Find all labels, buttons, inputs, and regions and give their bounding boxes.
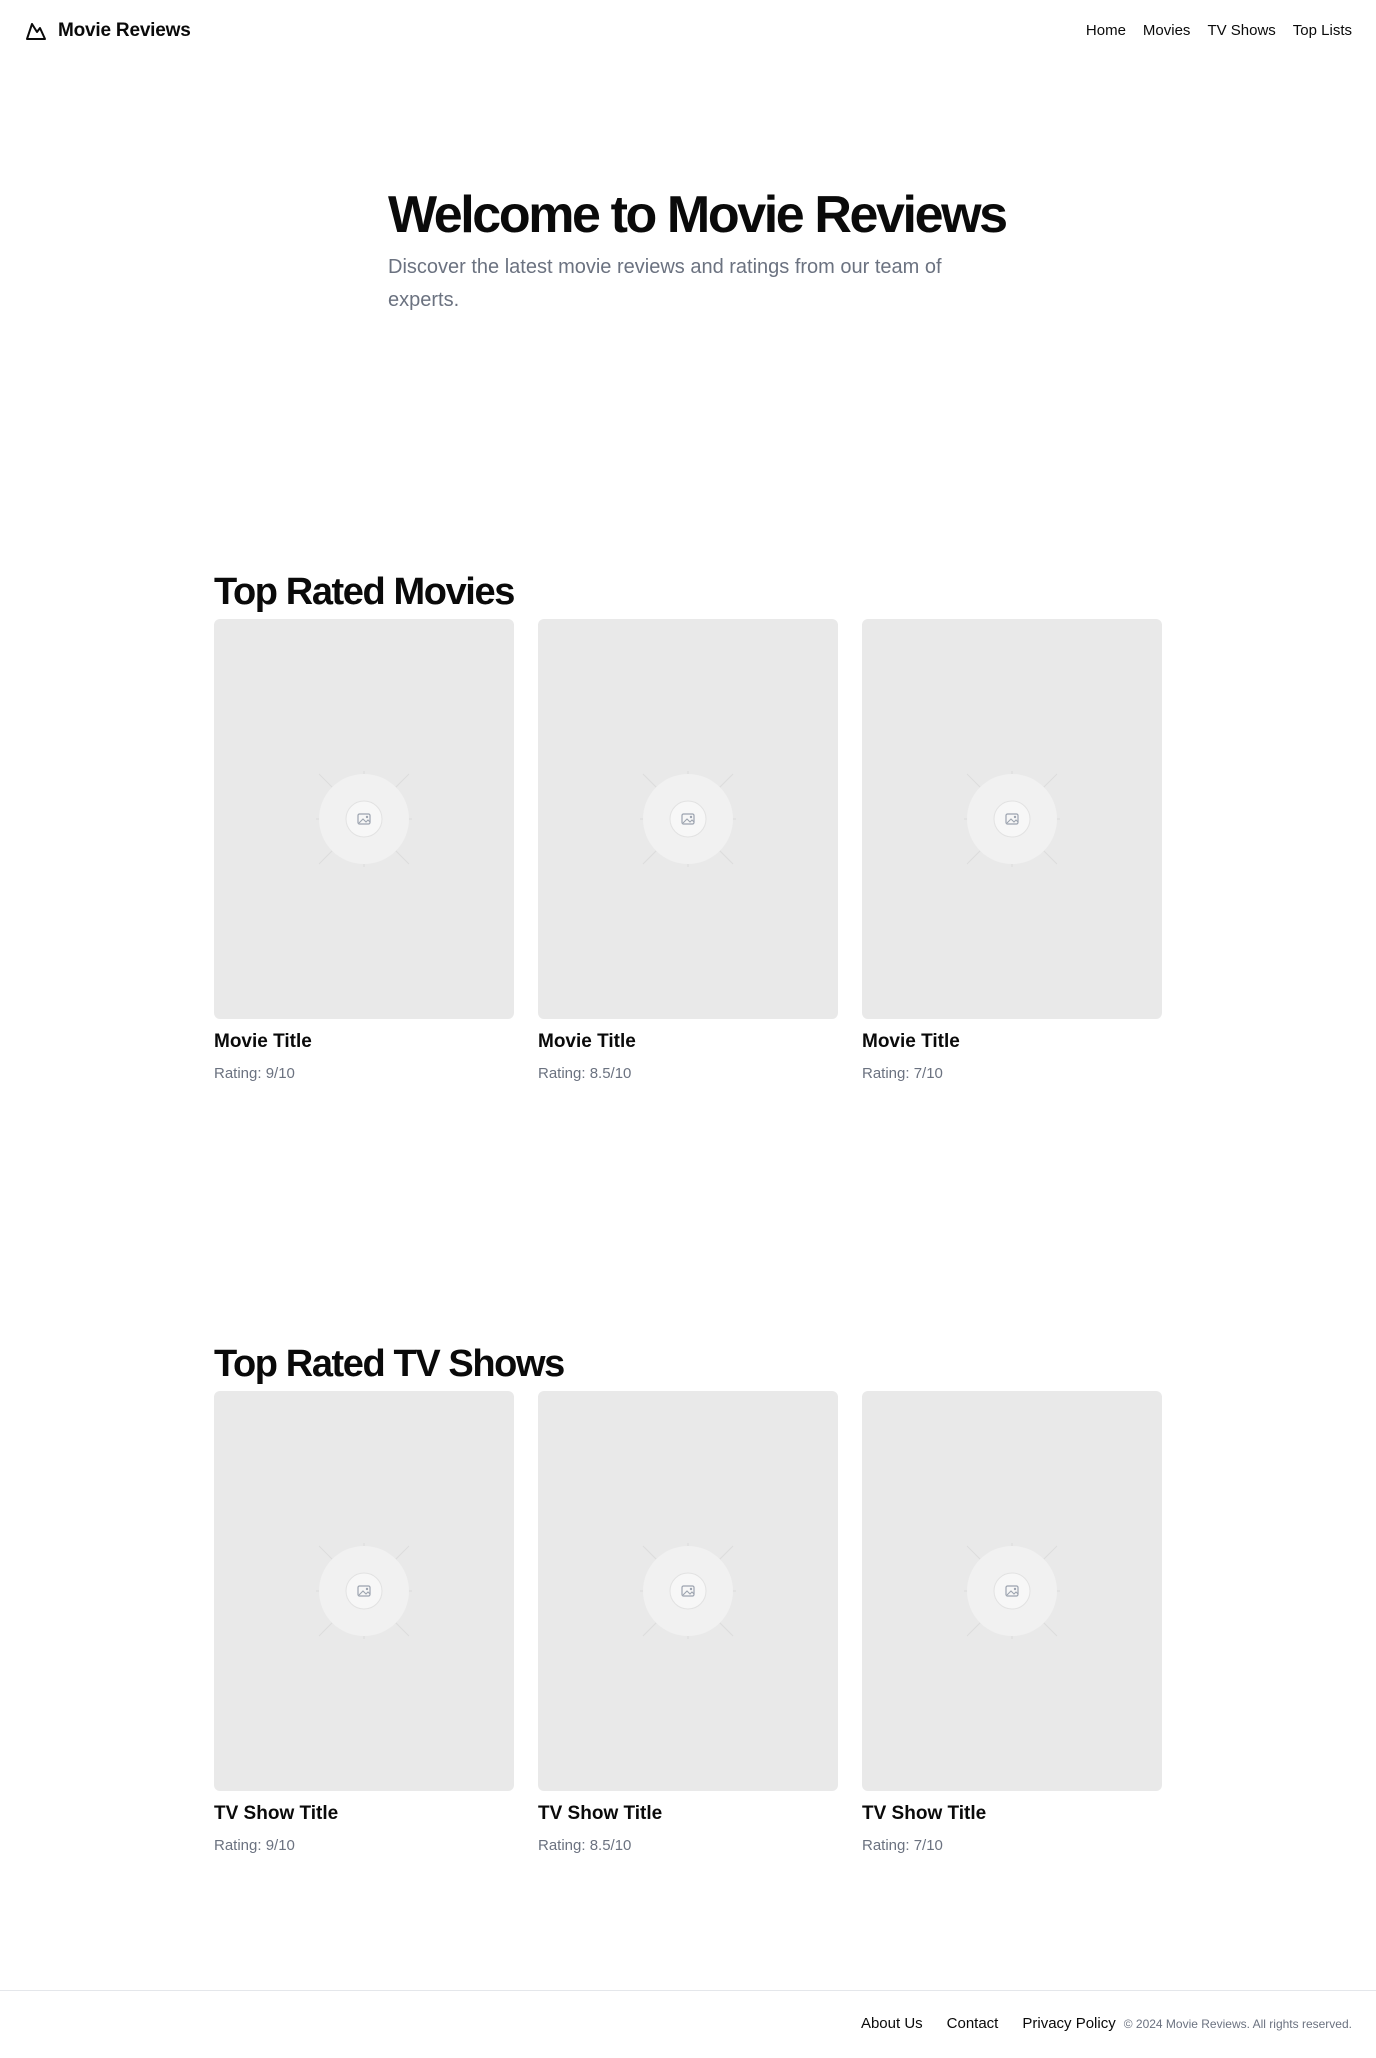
movie-card[interactable]: Movie Title Rating: 8.5/10: [538, 619, 838, 1084]
tv-rating: Rating: 9/10: [214, 1837, 295, 1854]
brand-name: Movie Reviews: [58, 20, 191, 41]
nav-top-lists[interactable]: Top Lists: [1293, 22, 1352, 39]
movie-poster[interactable]: [862, 619, 1162, 1019]
tv-grid: TV Show Title Rating: 9/10 TV Show Title…: [214, 1391, 1162, 1856]
nav-home[interactable]: Home: [1086, 22, 1126, 39]
hero-subtitle: Discover the latest movie reviews and ra…: [388, 256, 942, 311]
brand-link[interactable]: Movie Reviews: [24, 19, 191, 43]
movie-rating: Rating: 7/10: [862, 1065, 943, 1082]
copyright-text: © 2024 Movie Reviews. All rights reserve…: [1123, 2016, 1352, 2031]
movie-title: Movie Title: [214, 1031, 312, 1052]
footer-link-contact[interactable]: Contact: [947, 2015, 999, 2032]
tv-title: TV Show Title: [538, 1803, 663, 1824]
tv-rating: Rating: 8.5/10: [538, 1837, 632, 1854]
image-placeholder-icon: [640, 771, 736, 867]
tv-card[interactable]: TV Show Title Rating: 8.5/10: [538, 1391, 838, 1856]
nav-movies[interactable]: Movies: [1143, 22, 1191, 39]
site-header: Movie Reviews Home Movies TV Shows Top L…: [0, 0, 1376, 64]
hero-title: Welcome to Movie Reviews: [388, 186, 1008, 244]
footer-content: About Us Contact Privacy Policy © 2024 M…: [861, 2015, 1352, 2032]
movie-poster[interactable]: [538, 619, 838, 1019]
image-placeholder-icon: [316, 771, 412, 867]
main-nav: Home Movies TV Shows Top Lists: [1086, 22, 1352, 39]
movie-title: Movie Title: [862, 1031, 960, 1052]
tv-poster[interactable]: [214, 1391, 514, 1791]
footer-link-about[interactable]: About Us: [861, 2015, 923, 2032]
top-rated-tv-section: Top Rated TV Shows TV Show Title Rating:…: [214, 1340, 1162, 1854]
nav-tv-shows[interactable]: TV Shows: [1207, 22, 1275, 39]
movie-grid: Movie Title Rating: 9/10 Movie Title Rat…: [214, 619, 1162, 1084]
site-footer: About Us Contact Privacy Policy © 2024 M…: [0, 1990, 1376, 2058]
image-placeholder-icon: [316, 1543, 412, 1639]
movie-rating: Rating: 8.5/10: [538, 1065, 632, 1082]
movie-card[interactable]: Movie Title Rating: 7/10: [862, 619, 1162, 1084]
tv-rating: Rating: 7/10: [862, 1837, 943, 1854]
mountain-icon: [26, 23, 46, 40]
movie-rating: Rating: 9/10: [214, 1065, 295, 1082]
hero: Welcome to Movie Reviews Discover the la…: [388, 183, 1008, 317]
image-placeholder-icon: [964, 771, 1060, 867]
footer-link-privacy[interactable]: Privacy Policy: [1022, 2015, 1115, 2032]
movie-poster[interactable]: [214, 619, 514, 1019]
tv-title: TV Show Title: [214, 1803, 339, 1824]
tv-card[interactable]: TV Show Title Rating: 9/10: [214, 1391, 514, 1856]
footer-nav: About Us Contact Privacy Policy: [861, 2015, 1116, 2032]
section-heading: Top Rated TV Shows: [214, 1343, 565, 1385]
tv-poster[interactable]: [538, 1391, 838, 1791]
section-heading: Top Rated Movies: [214, 571, 515, 613]
image-placeholder-icon: [640, 1543, 736, 1639]
image-placeholder-icon: [964, 1543, 1060, 1639]
tv-title: TV Show Title: [862, 1803, 987, 1824]
top-rated-movies-section: Top Rated Movies Movie Title Rating: 9/1…: [214, 568, 1162, 1082]
tv-card[interactable]: TV Show Title Rating: 7/10: [862, 1391, 1162, 1856]
movie-card[interactable]: Movie Title Rating: 9/10: [214, 619, 514, 1084]
movie-title: Movie Title: [538, 1031, 636, 1052]
tv-poster[interactable]: [862, 1391, 1162, 1791]
